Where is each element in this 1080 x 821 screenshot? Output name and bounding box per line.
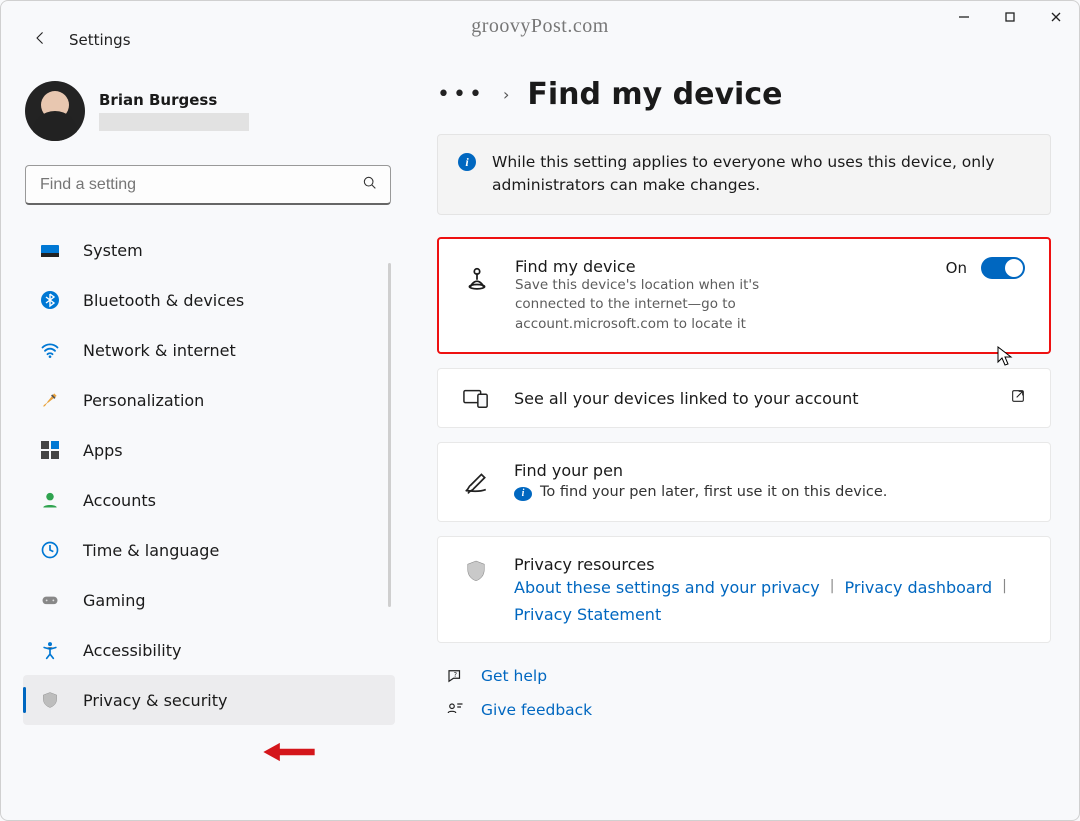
separator: |: [830, 578, 835, 597]
info-banner-text: While this setting applies to everyone w…: [492, 151, 1030, 198]
card-title: Find my device: [515, 257, 815, 276]
find-your-pen-card: Find your pen i To find your pen later, …: [437, 442, 1051, 522]
privacy-link-dashboard[interactable]: Privacy dashboard: [845, 578, 993, 597]
window-button-group: [941, 1, 1079, 33]
external-link-icon: [1010, 388, 1026, 408]
sidebar-item-time-language[interactable]: Time & language: [23, 525, 395, 575]
get-help-link[interactable]: ? Get help: [445, 667, 1051, 685]
search-input[interactable]: [38, 175, 362, 195]
accessibility-icon: [39, 639, 61, 661]
privacy-link-statement[interactable]: Privacy Statement: [514, 605, 661, 624]
profile-block[interactable]: Brian Burgess: [25, 81, 395, 141]
link-label: Get help: [481, 667, 547, 685]
give-feedback-link[interactable]: Give feedback: [445, 701, 1051, 719]
page-title: Find my device: [527, 77, 782, 112]
find-my-device-card: Find my device Save this device's locati…: [437, 237, 1051, 355]
avatar: [25, 81, 85, 141]
svg-text:?: ?: [454, 671, 458, 679]
card-subtitle: To find your pen later, first use it on …: [540, 482, 887, 503]
feedback-icon: [445, 701, 465, 719]
location-pin-icon: [463, 265, 491, 291]
sidebar-item-label: Apps: [83, 441, 123, 460]
privacy-resources-card: Privacy resources About these settings a…: [437, 536, 1051, 643]
close-button[interactable]: [1033, 1, 1079, 33]
card-title: Privacy resources: [514, 555, 1026, 574]
gamepad-icon: [39, 589, 61, 611]
card-subtitle: Save this device's location when it's co…: [515, 276, 815, 335]
sidebar-item-label: Privacy & security: [83, 691, 227, 710]
separator: |: [1002, 578, 1007, 597]
info-icon: i: [514, 487, 532, 501]
sidebar-item-label: Personalization: [83, 391, 204, 410]
sidebar-item-bluetooth[interactable]: Bluetooth & devices: [23, 275, 395, 325]
info-banner: i While this setting applies to everyone…: [437, 134, 1051, 215]
sidebar-item-accounts[interactable]: Accounts: [23, 475, 395, 525]
sidebar-item-privacy-security[interactable]: Privacy & security: [23, 675, 395, 725]
shield-icon: [39, 689, 61, 711]
sidebar-item-network[interactable]: Network & internet: [23, 325, 395, 375]
breadcrumb-more-button[interactable]: •••: [437, 82, 485, 107]
sidebar-item-label: Bluetooth & devices: [83, 291, 244, 310]
see-all-devices-card[interactable]: See all your devices linked to your acco…: [437, 368, 1051, 428]
minimize-button[interactable]: [941, 1, 987, 33]
maximize-button[interactable]: [987, 1, 1033, 33]
system-icon: [39, 239, 61, 261]
back-button[interactable]: [31, 29, 49, 52]
devices-icon: [462, 387, 490, 409]
find-my-device-toggle[interactable]: [981, 257, 1025, 279]
sidebar-item-label: System: [83, 241, 143, 260]
sidebar-item-label: Accessibility: [83, 641, 181, 660]
bluetooth-icon: [39, 289, 61, 311]
sidebar-item-apps[interactable]: Apps: [23, 425, 395, 475]
clock-globe-icon: [39, 539, 61, 561]
search-box[interactable]: [25, 165, 391, 205]
sidebar-item-label: Accounts: [83, 491, 156, 510]
profile-email-redacted: [99, 113, 249, 131]
search-icon: [362, 175, 378, 195]
sidebar-item-personalization[interactable]: Personalization: [23, 375, 395, 425]
pen-icon: [462, 469, 490, 495]
sidebar-item-label: Time & language: [83, 541, 219, 560]
toggle-state-label: On: [946, 259, 967, 277]
help-icon: ?: [445, 667, 465, 685]
profile-name: Brian Burgess: [99, 91, 249, 109]
paintbrush-icon: [39, 389, 61, 411]
info-icon: i: [458, 153, 476, 171]
app-title: Settings: [69, 31, 131, 49]
sidebar-item-system[interactable]: System: [23, 225, 395, 275]
wifi-icon: [39, 339, 61, 361]
sidebar-item-gaming[interactable]: Gaming: [23, 575, 395, 625]
privacy-link-about[interactable]: About these settings and your privacy: [514, 578, 820, 597]
apps-icon: [39, 439, 61, 461]
link-label: Give feedback: [481, 701, 592, 719]
watermark: groovyPost.com: [471, 15, 609, 38]
card-title: See all your devices linked to your acco…: [514, 389, 859, 408]
sidebar-item-label: Network & internet: [83, 341, 236, 360]
sidebar-item-accessibility[interactable]: Accessibility: [23, 625, 395, 675]
card-title: Find your pen: [514, 461, 887, 480]
person-icon: [39, 489, 61, 511]
chevron-right-icon: ›: [503, 85, 509, 104]
sidebar-item-label: Gaming: [83, 591, 146, 610]
shield-icon: [462, 559, 490, 585]
